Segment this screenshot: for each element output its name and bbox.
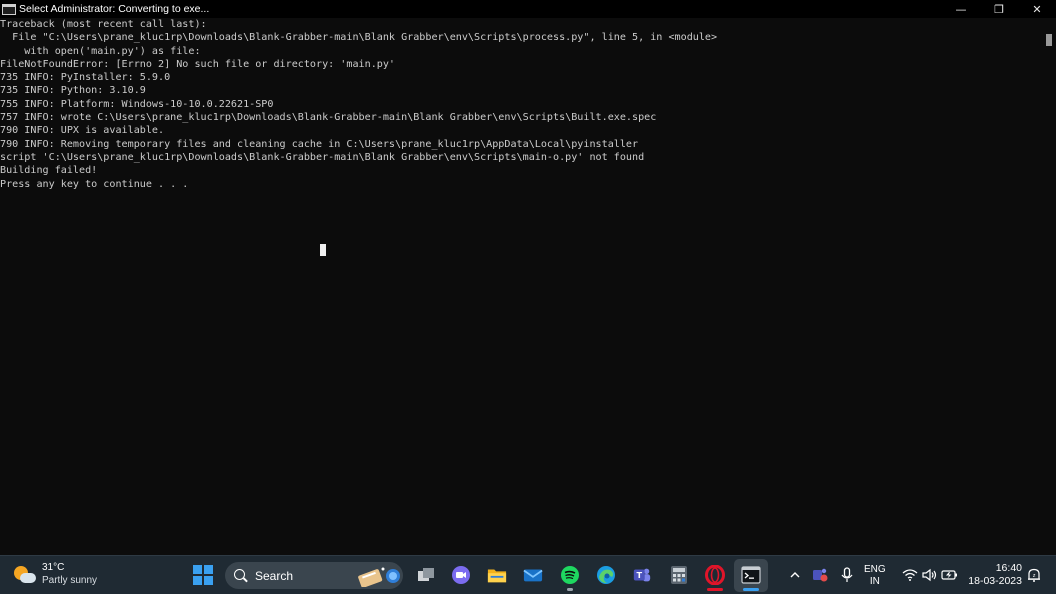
start-button[interactable] xyxy=(193,565,213,585)
weather-widget[interactable]: 31°C Partly sunny xyxy=(14,562,97,587)
console-app-icon xyxy=(2,3,16,15)
language-region: IN xyxy=(869,575,880,587)
console-line: 790 INFO: Removing temporary files and c… xyxy=(0,138,639,150)
terminal-icon[interactable] xyxy=(741,565,761,585)
chat-icon[interactable] xyxy=(451,565,471,585)
language-code: ENG xyxy=(864,563,886,575)
spotify-icon[interactable] xyxy=(560,565,580,585)
console-output[interactable]: Traceback (most recent call last): File … xyxy=(0,18,1042,555)
console-line: 735 INFO: PyInstaller: 5.9.0 xyxy=(0,72,171,84)
taskbar: 31°C Partly sunny Search T ENG IN 16:40 … xyxy=(0,555,1056,594)
notifications-icon[interactable]: z xyxy=(1024,565,1044,585)
opera-icon[interactable] xyxy=(705,565,725,585)
svg-text:z: z xyxy=(1033,573,1036,579)
console-line: FileNotFoundError: [Errno 2] No such fil… xyxy=(0,58,396,70)
console-line: Press any key to continue . . . xyxy=(0,178,189,190)
task-view-icon[interactable] xyxy=(416,565,436,585)
console-line: script 'C:\Users\prane_kluc1rp\Downloads… xyxy=(0,151,645,163)
svg-text:T: T xyxy=(636,570,642,580)
window-title: Select Administrator: Converting to exe.… xyxy=(19,3,210,15)
microphone-icon[interactable] xyxy=(837,565,857,585)
console-line: 735 INFO: Python: 3.10.9 xyxy=(0,85,146,97)
console-line: Traceback (most recent call last): xyxy=(0,19,207,30)
close-button[interactable]: ✕ xyxy=(1018,0,1056,18)
mail-icon[interactable] xyxy=(523,565,543,585)
volume-icon[interactable] xyxy=(920,565,940,585)
taskbar-clock[interactable]: 16:40 18-03-2023 xyxy=(968,562,1022,588)
window-controls: — ❐ ✕ xyxy=(942,0,1056,18)
scrollbar-thumb[interactable] xyxy=(1046,34,1052,46)
edge-icon[interactable] xyxy=(596,565,616,585)
teams-tray-icon[interactable] xyxy=(810,565,830,585)
show-hidden-icons-icon[interactable] xyxy=(785,565,805,585)
language-indicator[interactable]: ENG IN xyxy=(864,556,886,594)
partly-sunny-icon xyxy=(14,564,36,586)
taskbar-search[interactable]: Search xyxy=(225,562,403,589)
teams-icon[interactable]: T xyxy=(632,565,652,585)
minimize-button[interactable]: — xyxy=(942,0,980,18)
opera-running-indicator xyxy=(707,588,723,591)
search-label: Search xyxy=(255,568,294,583)
window-titlebar[interactable]: Select Administrator: Converting to exe.… xyxy=(0,0,1056,18)
restore-button[interactable]: ❐ xyxy=(980,0,1018,18)
search-icon xyxy=(234,568,248,583)
weather-temperature: 31°C xyxy=(42,562,65,573)
console-scrollbar[interactable] xyxy=(1042,18,1056,555)
text-cursor xyxy=(320,244,326,256)
battery-charging-icon[interactable] xyxy=(940,565,960,585)
terminal-running-indicator xyxy=(743,588,759,591)
clock-date: 18-03-2023 xyxy=(968,575,1022,587)
clock-time: 16:40 xyxy=(995,562,1022,574)
console-line: File "C:\Users\prane_kluc1rp\Downloads\B… xyxy=(0,32,718,44)
wifi-icon[interactable] xyxy=(900,565,920,585)
spotify-running-indicator xyxy=(567,588,573,591)
console-line: with open('main.py') as file: xyxy=(0,45,201,57)
file-explorer-icon[interactable] xyxy=(487,565,507,585)
console-line: 790 INFO: UPX is available. xyxy=(0,125,165,137)
weather-condition: Partly sunny xyxy=(42,575,98,586)
console-line: 755 INFO: Platform: Windows-10-10.0.2262… xyxy=(0,98,274,110)
calculator-icon[interactable] xyxy=(669,565,689,585)
windows-logo-icon xyxy=(193,565,202,574)
console-line: 757 INFO: wrote C:\Users\prane_kluc1rp\D… xyxy=(0,112,657,124)
console-line: Building failed! xyxy=(0,165,98,177)
search-highlight-icon xyxy=(358,567,400,587)
